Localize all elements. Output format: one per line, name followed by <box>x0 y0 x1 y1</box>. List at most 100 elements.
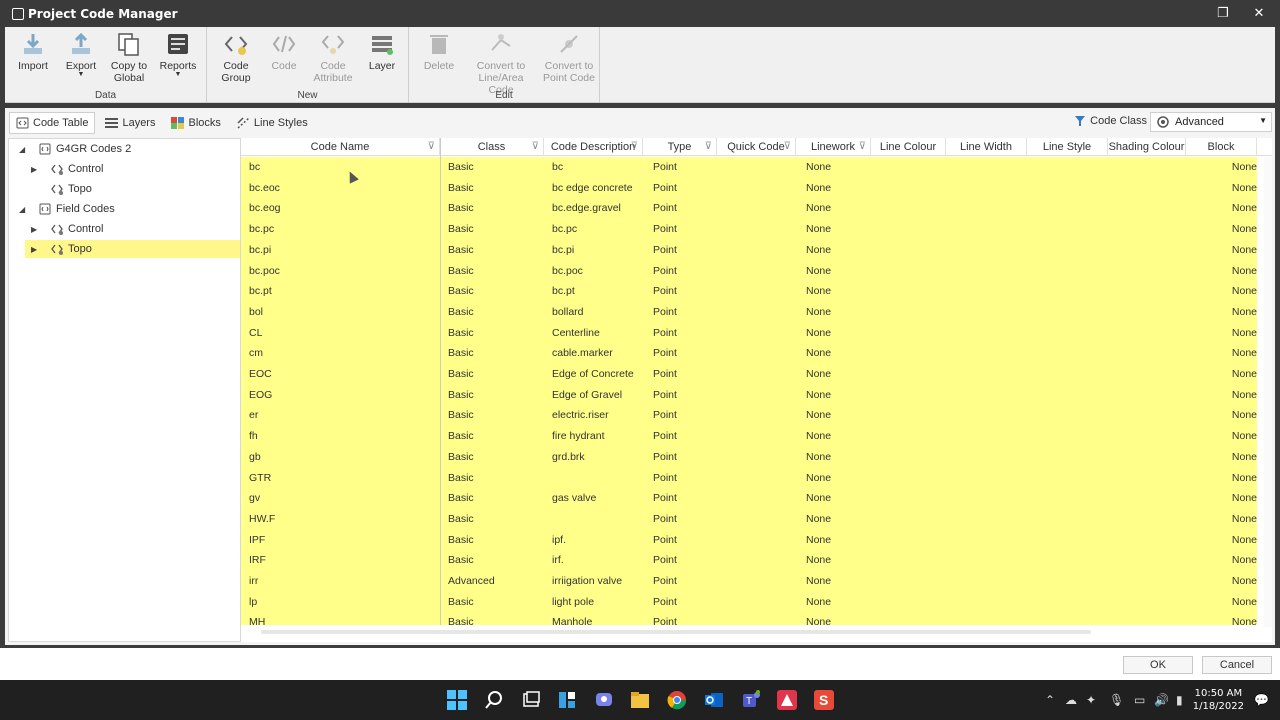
table-row[interactable]: CL Basic Centerline Point None None <box>241 323 1257 344</box>
tree-node-control[interactable]: ▶ Control <box>9 160 240 178</box>
table-cell[interactable]: bc.pc <box>249 219 440 239</box>
collapse-arrow-icon[interactable]: ◢ <box>19 145 25 154</box>
table-cell[interactable] <box>954 364 1027 384</box>
table-row[interactable]: irr Advanced irriigation valve Point None Non… <box>241 571 1257 592</box>
table-cell[interactable] <box>1035 219 1108 239</box>
table-cell[interactable] <box>954 530 1027 550</box>
reports-button[interactable]: Reports ▼ <box>153 32 203 78</box>
table-row[interactable]: gv Basic gas valve Point None None <box>241 488 1257 509</box>
table-cell[interactable] <box>879 364 946 384</box>
table-cell[interactable] <box>725 157 796 177</box>
table-row[interactable]: er Basic electric.riser Point None None <box>241 405 1257 426</box>
table-cell[interactable]: Basic <box>448 178 544 198</box>
table-cell[interactable] <box>1035 426 1108 446</box>
filter-icon[interactable]: ⊽ <box>705 138 712 156</box>
table-cell[interactable] <box>725 405 796 425</box>
table-cell[interactable] <box>954 385 1027 405</box>
export-button[interactable]: Export ▼ <box>56 32 106 78</box>
table-cell[interactable]: None <box>1186 343 1257 363</box>
table-cell[interactable]: Centerline <box>552 323 643 343</box>
table-cell[interactable]: None <box>1186 219 1257 239</box>
table-cell[interactable]: Point <box>653 302 717 322</box>
table-cell[interactable]: CL <box>249 323 440 343</box>
table-cell[interactable] <box>954 571 1027 591</box>
table-cell[interactable] <box>1035 343 1108 363</box>
table-cell[interactable]: bc.pc <box>552 219 643 239</box>
table-cell[interactable]: None <box>1186 240 1257 260</box>
chevron-up-icon[interactable]: ⌃ <box>1045 693 1055 707</box>
table-cell[interactable] <box>954 323 1027 343</box>
table-cell[interactable]: Point <box>653 178 717 198</box>
table-cell[interactable] <box>1116 240 1186 260</box>
tree-node-control[interactable]: ▶ Control <box>9 220 240 238</box>
table-cell[interactable]: Point <box>653 240 717 260</box>
table-row[interactable]: gb Basic grd.brk Point None None <box>241 447 1257 468</box>
table-cell[interactable]: None <box>806 157 871 177</box>
table-cell[interactable]: Point <box>653 550 717 570</box>
chrome-icon[interactable] <box>667 690 687 710</box>
table-cell[interactable]: EOC <box>249 364 440 384</box>
table-row[interactable]: lp Basic light pole Point None None <box>241 592 1257 613</box>
app-s-icon[interactable]: S <box>814 690 834 710</box>
table-cell[interactable]: Basic <box>448 343 544 363</box>
tab-line-styles[interactable]: Line Styles <box>231 112 314 134</box>
table-cell[interactable] <box>1116 509 1186 529</box>
table-cell[interactable] <box>1035 385 1108 405</box>
table-cell[interactable] <box>725 198 796 218</box>
table-cell[interactable]: Point <box>653 219 717 239</box>
table-cell[interactable] <box>1116 468 1186 488</box>
filter-icon[interactable]: ⊽ <box>631 138 638 156</box>
table-cell[interactable]: irriigation valve <box>552 571 643 591</box>
table-cell[interactable] <box>725 550 796 570</box>
table-cell[interactable] <box>1035 530 1108 550</box>
table-cell[interactable] <box>1116 157 1186 177</box>
table-cell[interactable]: bc edge concrete <box>552 178 643 198</box>
table-cell[interactable] <box>1035 509 1108 529</box>
table-cell[interactable] <box>954 447 1027 467</box>
table-cell[interactable]: None <box>806 281 871 301</box>
column-header[interactable]: Code Description ⊽ <box>544 138 643 156</box>
table-cell[interactable] <box>954 157 1027 177</box>
table-cell[interactable] <box>725 219 796 239</box>
table-cell[interactable] <box>1116 343 1186 363</box>
table-cell[interactable]: bc <box>552 157 643 177</box>
code-button[interactable]: Code <box>259 32 309 72</box>
table-cell[interactable]: None <box>806 426 871 446</box>
table-cell[interactable] <box>879 509 946 529</box>
table-cell[interactable]: None <box>806 219 871 239</box>
table-row[interactable]: bc.eog Basic bc.edge.gravel Point None None <box>241 198 1257 219</box>
table-cell[interactable] <box>879 426 946 446</box>
table-cell[interactable] <box>1116 550 1186 570</box>
code-attribute-button[interactable]: Code Attribute <box>308 32 358 84</box>
table-cell[interactable] <box>1116 178 1186 198</box>
table-cell[interactable] <box>954 405 1027 425</box>
table-cell[interactable]: bc.poc <box>552 261 643 281</box>
table-cell[interactable]: Point <box>653 530 717 550</box>
table-cell[interactable] <box>1116 612 1186 625</box>
table-row[interactable]: bc.poc Basic bc.poc Point None None <box>241 261 1257 282</box>
tab-blocks[interactable]: Blocks <box>165 112 226 134</box>
table-cell[interactable] <box>1116 281 1186 301</box>
table-cell[interactable]: None <box>806 509 871 529</box>
table-cell[interactable] <box>725 385 796 405</box>
table-cell[interactable]: Manhole <box>552 612 643 625</box>
table-cell[interactable]: Basic <box>448 509 544 529</box>
table-cell[interactable]: Basic <box>448 405 544 425</box>
table-row[interactable]: fh Basic fire hydrant Point None None <box>241 426 1257 447</box>
table-cell[interactable]: Point <box>653 385 717 405</box>
table-cell[interactable] <box>879 198 946 218</box>
table-cell[interactable]: HW.F <box>249 509 440 529</box>
table-cell[interactable] <box>1035 302 1108 322</box>
table-cell[interactable] <box>1035 240 1108 260</box>
code-group-button[interactable]: Code Group <box>211 32 261 84</box>
table-cell[interactable]: Point <box>653 447 717 467</box>
table-cell[interactable]: Basic <box>448 488 544 508</box>
table-cell[interactable] <box>1116 426 1186 446</box>
table-cell[interactable]: None <box>806 571 871 591</box>
table-cell[interactable] <box>725 343 796 363</box>
table-cell[interactable]: Basic <box>448 447 544 467</box>
cloud-icon[interactable]: ☁ <box>1065 693 1077 707</box>
table-cell[interactable] <box>1035 571 1108 591</box>
table-cell[interactable]: electric.riser <box>552 405 643 425</box>
table-cell[interactable]: Point <box>653 571 717 591</box>
